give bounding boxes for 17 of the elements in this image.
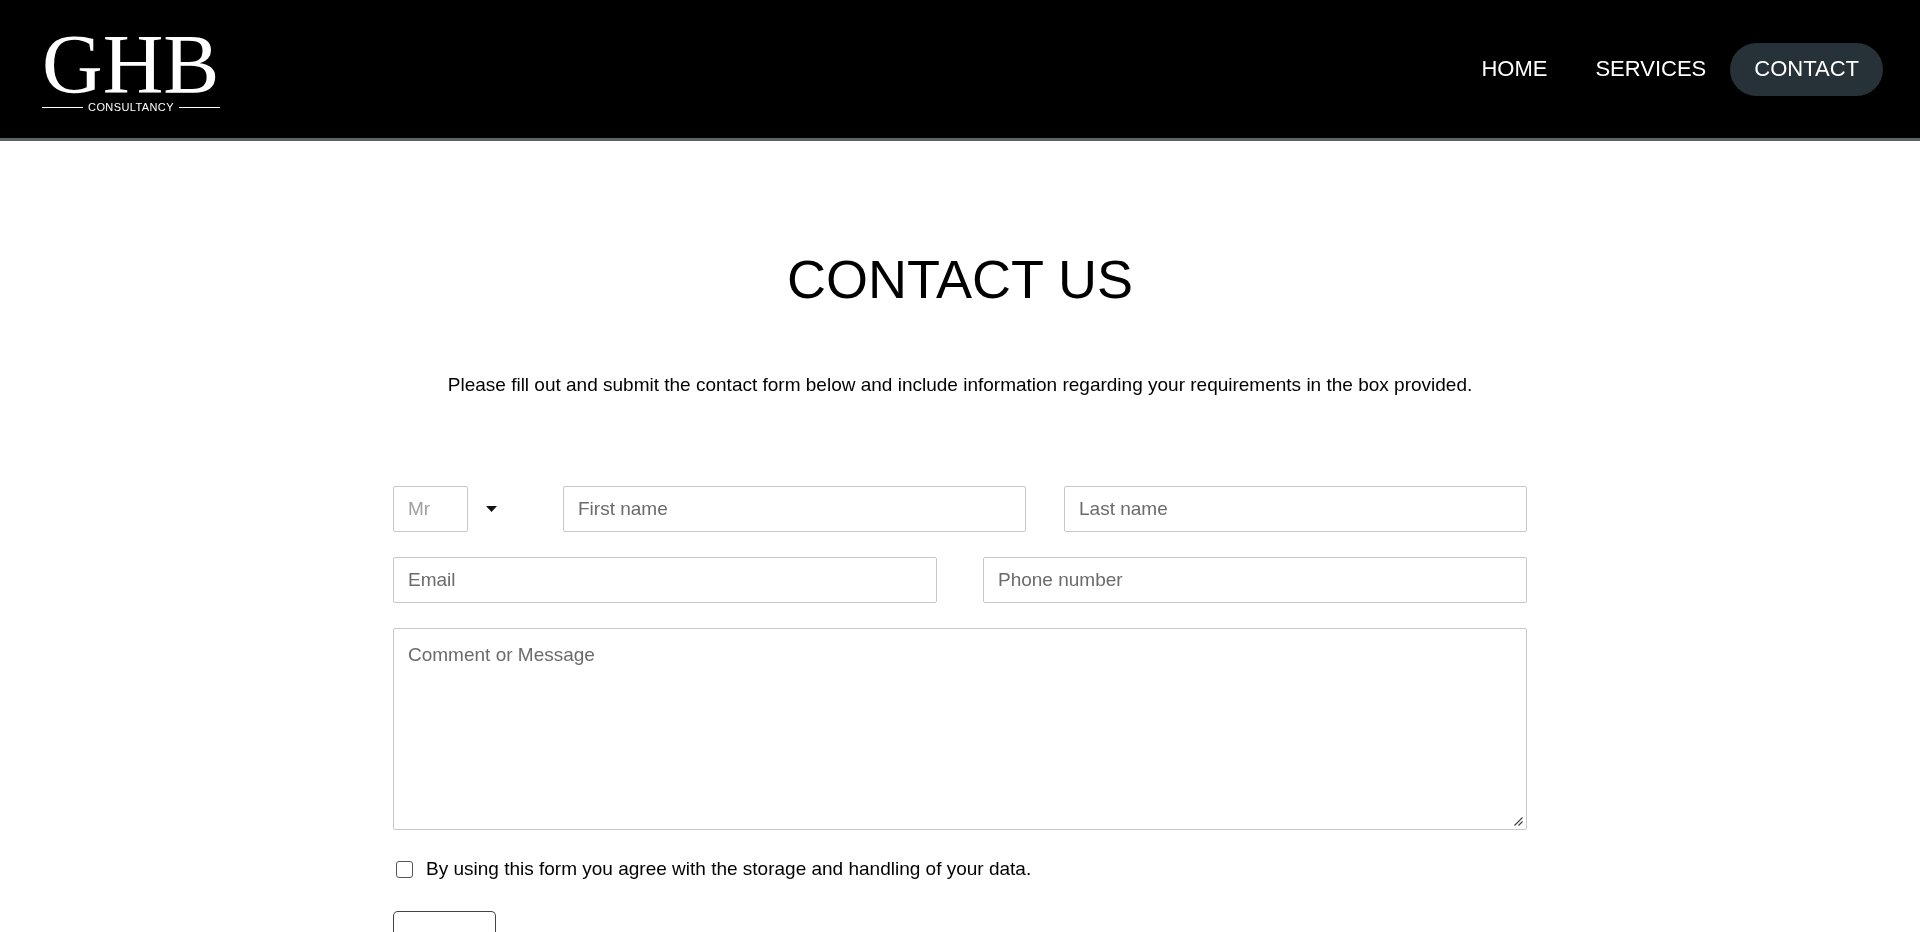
nav-link[interactable]: CONTACT [1730,42,1883,96]
nav-link[interactable]: HOME [1457,42,1572,96]
page-title: CONTACT US [787,248,1133,311]
resize-grip-icon[interactable] [1514,817,1523,826]
logo-tagline: CONSULTANCY [88,101,174,113]
message-field[interactable]: Comment or Message [393,628,1527,830]
caret-icon[interactable] [486,506,497,512]
input-field[interactable]: Phone number [983,557,1527,603]
input-field[interactable]: Last name [1064,486,1527,532]
logo-text[interactable]: GHB [42,29,220,101]
input-field[interactable]: Email [393,557,937,603]
checkbox[interactable] [396,860,413,878]
intro-text: Please fill out and submit the contact form below and include information regarding your requirements in the box provided. [447,373,1473,397]
input-field[interactable]: First name [563,486,1026,532]
form-button[interactable] [393,911,496,932]
nav-link[interactable]: SERVICES [1571,42,1731,96]
consent-text: By using this form you agree with the storage and handling of your data. [426,857,1032,881]
